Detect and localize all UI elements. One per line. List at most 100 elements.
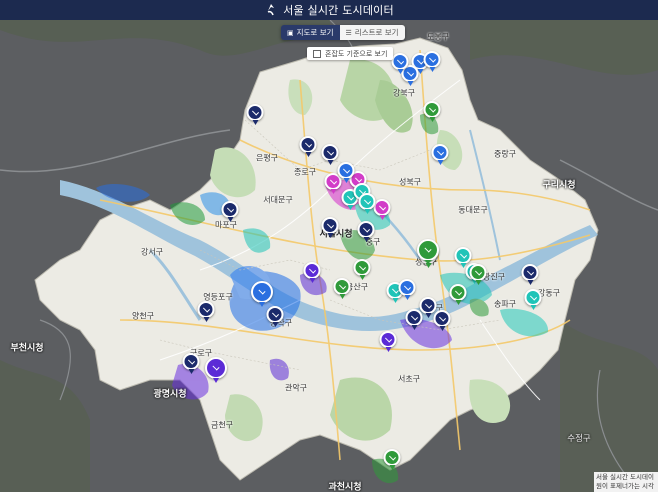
marker-tail	[363, 237, 369, 242]
marker-pin-icon	[321, 217, 339, 234]
chevron-down-icon	[187, 356, 195, 365]
district-label: 강북구	[392, 88, 416, 98]
place-marker[interactable]	[449, 284, 467, 305]
chevron-down-icon	[363, 196, 371, 205]
place-marker[interactable]	[521, 264, 539, 285]
marker-pin-icon	[405, 309, 423, 326]
chevron-down-icon	[454, 287, 462, 296]
place-marker[interactable]	[433, 310, 451, 331]
marker-pin-icon	[333, 278, 351, 295]
chevron-down-icon	[403, 282, 411, 291]
marker-pin-icon	[373, 199, 391, 216]
app-title: 서울 실시간 도시데이터	[283, 4, 394, 17]
congestion-filter[interactable]: 혼잡도 기준으로 보기	[307, 47, 394, 60]
place-marker[interactable]	[417, 239, 439, 265]
marker-pin-icon	[431, 144, 449, 161]
chevron-down-icon	[384, 334, 392, 343]
place-marker[interactable]	[423, 51, 441, 72]
chevron-down-icon	[346, 192, 354, 201]
chevron-down-icon	[391, 285, 399, 294]
outside-label: 구리시청	[542, 180, 576, 191]
district-label: 서대문구	[263, 195, 293, 205]
marker-tail	[252, 120, 258, 125]
place-marker[interactable]	[469, 264, 487, 285]
tab-map-view[interactable]: ▣ 지도로 보기	[281, 25, 340, 40]
chevron-down-icon	[329, 176, 337, 185]
place-marker[interactable]	[321, 144, 339, 165]
marker-tail	[364, 209, 370, 214]
congestion-checkbox[interactable]	[313, 49, 321, 58]
place-marker[interactable]	[358, 193, 376, 214]
district-label: 중랑구	[493, 149, 517, 159]
marker-tail	[475, 280, 481, 285]
district-label: 강서구	[140, 247, 164, 257]
chevron-down-icon	[529, 292, 537, 301]
chevron-down-icon	[304, 139, 312, 148]
marker-tail	[203, 317, 209, 322]
district-label: 서초구	[397, 374, 421, 384]
marker-pin-icon	[303, 262, 321, 279]
place-marker[interactable]	[405, 309, 423, 330]
marker-tail	[305, 152, 311, 157]
place-marker[interactable]	[337, 162, 355, 183]
place-marker[interactable]	[197, 301, 215, 322]
place-marker[interactable]	[383, 449, 401, 470]
view-toggle: ▣ 지도로 보기 ☰ 리스트로 보기	[281, 25, 405, 40]
marker-tail	[359, 275, 365, 280]
tab-list-view[interactable]: ☰ 리스트로 보기	[339, 25, 405, 40]
place-marker[interactable]	[182, 353, 200, 374]
place-marker[interactable]	[524, 289, 542, 310]
place-marker[interactable]	[299, 136, 317, 157]
place-marker[interactable]	[221, 201, 239, 222]
footer-line-2: 원이 표제너가는 시각	[596, 482, 654, 490]
marker-pin-icon	[379, 331, 397, 348]
outside-label: 과천시청	[328, 482, 362, 492]
outside-label: 광명시청	[153, 389, 187, 400]
place-marker[interactable]	[333, 278, 351, 299]
chevron-down-icon	[354, 174, 362, 183]
district-label: 은평구	[255, 153, 279, 163]
marker-tail	[188, 369, 194, 374]
place-marker[interactable]	[357, 221, 375, 242]
marker-tail	[379, 215, 385, 220]
marker-pin-icon	[321, 144, 339, 161]
congestion-filter-label: 혼잡도 기준으로 보기	[325, 49, 388, 58]
outside-label: 수정구	[567, 434, 591, 444]
district-label: 양천구	[131, 311, 155, 321]
place-marker[interactable]	[423, 101, 441, 122]
place-marker[interactable]	[321, 217, 339, 238]
marker-tail	[404, 295, 410, 300]
place-marker[interactable]	[303, 262, 321, 283]
place-marker[interactable]	[398, 279, 416, 300]
marker-tail	[213, 378, 219, 383]
place-marker[interactable]	[353, 259, 371, 280]
footer-line-1: 서울 실시간 도시데이	[596, 473, 654, 481]
place-marker[interactable]	[391, 53, 409, 74]
marker-tail	[330, 189, 336, 194]
marker-pin-icon	[299, 136, 317, 153]
place-marker[interactable]	[379, 331, 397, 352]
marker-tail	[392, 298, 398, 303]
marker-tail	[455, 300, 461, 305]
marker-tail	[309, 278, 315, 283]
marker-tail	[397, 69, 403, 74]
place-marker[interactable]	[373, 199, 391, 220]
place-marker[interactable]	[266, 306, 284, 327]
chevron-down-icon	[459, 250, 467, 259]
chevron-down-icon	[212, 363, 220, 371]
chevron-down-icon	[378, 202, 386, 211]
place-marker[interactable]	[205, 357, 227, 383]
place-marker[interactable]	[246, 104, 264, 125]
chevron-down-icon	[326, 147, 334, 156]
tab-map-label: 지도로 보기	[296, 28, 334, 37]
place-marker[interactable]	[431, 144, 449, 165]
marker-pin-icon	[266, 306, 284, 323]
seoul-map[interactable]	[0, 20, 658, 492]
place-marker[interactable]	[251, 281, 273, 307]
marker-pin-icon	[358, 193, 376, 210]
marker-tail	[259, 302, 265, 307]
chevron-down-icon	[438, 313, 446, 322]
marker-tail	[272, 322, 278, 327]
chevron-down-icon	[358, 262, 366, 271]
data-footer: 서울 실시간 도시데이 원이 표제너가는 시각	[594, 472, 658, 492]
